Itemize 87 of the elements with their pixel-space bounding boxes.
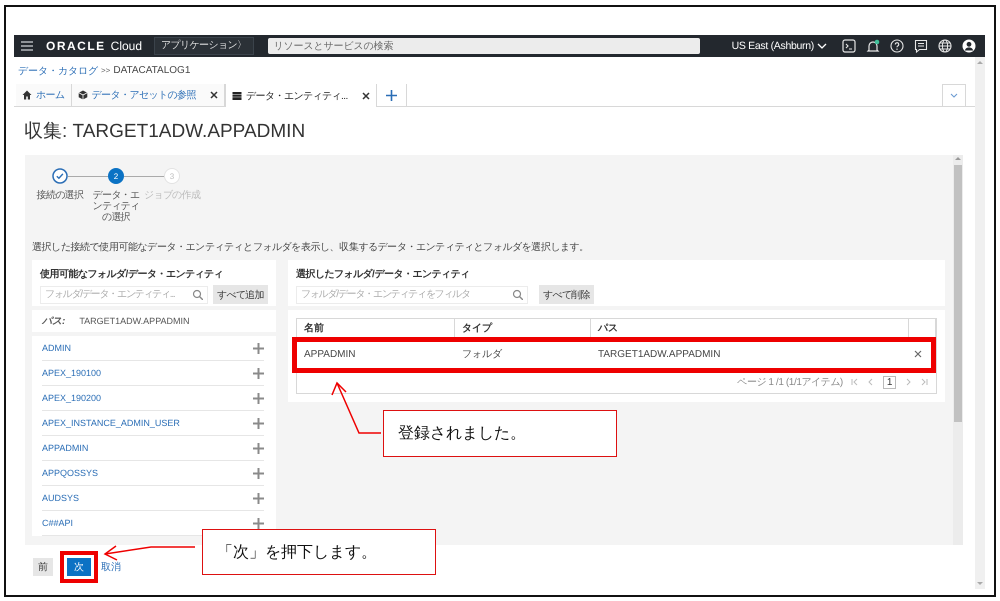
brand-logo: ORACLE <box>46 39 106 53</box>
callout-note: 登録されました。 <box>383 410 617 457</box>
table-cell-text: APPADMIN <box>303 348 356 360</box>
page-number[interactable]: 1 <box>882 376 896 388</box>
first-page-icon[interactable] <box>850 378 859 386</box>
chevron-down-icon <box>817 42 827 50</box>
scroll-up-icon[interactable] <box>954 155 962 161</box>
description: 選択した接続で使用可能なデータ・エンティティとフォルダを表示し、収集するデータ・エンティティとフォルダを選択します。 <box>32 241 590 255</box>
previous-page-icon[interactable] <box>866 378 875 386</box>
add-icon[interactable] <box>253 418 264 428</box>
remove-all-button[interactable]: すべて削除 <box>539 285 594 304</box>
column-header: パス <box>591 319 909 337</box>
entity-link[interactable]: APPADMIN <box>42 443 88 453</box>
panel-title: 使用可能なフォルダ/データ・エンティティ <box>40 269 223 280</box>
filter-field[interactable]: フォルダ/データ・エンティティ... <box>40 286 208 304</box>
entity-link[interactable]: APEX_190200 <box>42 393 102 403</box>
path-value: TARGET1ADW.APPADMIN <box>79 316 190 326</box>
arrow-drawing <box>331 382 381 434</box>
globe-icon[interactable] <box>938 39 952 53</box>
next-page-icon[interactable] <box>904 378 912 386</box>
breadcrumb-link[interactable]: データ・カタログ <box>18 64 98 78</box>
entity-link[interactable]: APEX_INSTANCE_ADMIN_USER <box>42 418 180 428</box>
terminal-icon[interactable] <box>842 39 856 53</box>
tab[interactable]: ホーム <box>16 84 72 106</box>
table-cell-text: TARGET1ADW.APPADMIN <box>597 348 722 360</box>
remove-icon[interactable] <box>914 350 922 358</box>
add-icon[interactable] <box>253 492 264 504</box>
add-icon[interactable] <box>253 342 264 354</box>
table-icon <box>232 90 242 100</box>
tab-label[interactable]: データ・エンティティ... <box>246 88 348 102</box>
cube-icon <box>78 90 88 100</box>
add-all-button[interactable]: すべて追加 <box>212 285 268 304</box>
help-icon[interactable] <box>890 39 904 53</box>
page-title: 収集: TARGET1ADW.APPADMIN <box>24 120 306 144</box>
add-icon[interactable] <box>253 368 264 378</box>
scrollbar[interactable] <box>975 57 985 589</box>
add-icon[interactable] <box>253 392 264 404</box>
notification-bell-icon[interactable] <box>866 39 880 53</box>
callout-note: 「次」を押下します。 <box>202 529 436 575</box>
column-header: 名前 <box>297 319 455 337</box>
entity-link[interactable]: ADMIN <box>42 343 71 353</box>
tab[interactable]: データ・エンティティ... <box>225 84 377 107</box>
tab[interactable]: データ・アセットの参照 <box>72 84 225 106</box>
add-icon[interactable] <box>253 442 264 454</box>
search-icon <box>192 289 203 300</box>
close-icon[interactable] <box>362 92 370 100</box>
add-tab-icon[interactable] <box>386 90 397 100</box>
breadcrumb-separator: >> <box>101 66 110 75</box>
scroll-down-icon[interactable] <box>977 582 983 586</box>
pagination-summary: ページ 1 /1 (1/1アイテム) <box>737 376 843 389</box>
next-button[interactable]: 次 <box>67 558 91 576</box>
cancel-link[interactable]: 取消 <box>101 558 121 576</box>
region-selector[interactable]: US East (Ashburn) <box>732 40 827 52</box>
menu-icon[interactable] <box>20 39 34 53</box>
breadcrumb-current: DATACATALOG1 <box>113 65 190 76</box>
back-button[interactable]: 前 <box>33 558 53 576</box>
step-number: 3 <box>164 168 180 184</box>
path-label: パス: <box>42 315 66 328</box>
chat-icon[interactable] <box>914 39 928 53</box>
add-icon[interactable] <box>253 468 264 478</box>
scroll-up-icon[interactable] <box>977 60 983 64</box>
tab-label[interactable]: データ・アセットの参照 <box>92 88 196 102</box>
scrollbar[interactable] <box>953 155 963 545</box>
column-header: タイプ <box>455 319 591 337</box>
product-name: Cloud <box>110 39 142 53</box>
entity-link[interactable]: C##API <box>42 518 74 528</box>
user-avatar-icon[interactable] <box>962 39 976 53</box>
home-icon <box>22 90 32 100</box>
table-cell-text: フォルダ <box>461 348 504 361</box>
last-page-icon[interactable] <box>920 378 928 386</box>
step-label: ジョブの作成 <box>144 190 200 201</box>
panel-title: 選択したフォルダ/データ・エンティティ <box>296 269 470 280</box>
step-number: 2 <box>108 168 124 184</box>
step-label: データ・エンティティの選択 <box>91 190 140 223</box>
close-icon[interactable] <box>210 91 218 99</box>
search-field[interactable]: リソースとサービスの検索 <box>268 38 700 54</box>
entity-link[interactable]: APEX_190100 <box>42 368 102 378</box>
add-icon[interactable] <box>253 518 264 528</box>
entity-link[interactable]: AUDSYS <box>42 493 80 503</box>
applications-button[interactable]: アプリケーション〉 <box>154 37 254 55</box>
filter-field[interactable]: フォルダ/データ・エンティティをフィルタ <box>296 286 528 304</box>
search-icon <box>512 289 523 300</box>
highlight-frame <box>60 551 98 583</box>
tab-label[interactable]: ホーム <box>36 88 64 102</box>
entity-link[interactable]: APPQOSSYS <box>42 468 98 478</box>
chevron-down-icon <box>950 92 958 98</box>
step-label: 接続の選択 <box>35 190 84 201</box>
